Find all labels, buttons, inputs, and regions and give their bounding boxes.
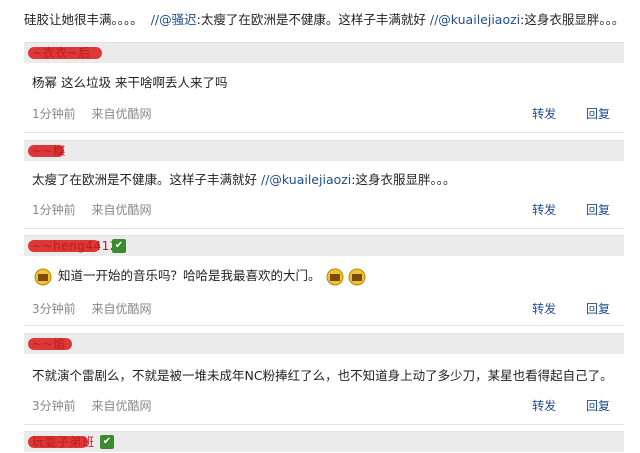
timestamp: 1分钟前 [32, 203, 76, 217]
comment-meta: 3分钟前 来自优酷网 转发 回复 [32, 299, 620, 319]
top-text-c: :这身衣服显胖。。。 [520, 12, 625, 27]
emoticon-icon [34, 268, 52, 285]
divider [24, 228, 624, 229]
comment-meta: 1分钟前 来自优酷网 转发 回复 [32, 200, 620, 220]
reply-button[interactable]: 回复 [586, 399, 610, 413]
comment-meta: 3分钟前 来自优酷网 转发 回复 [32, 396, 620, 416]
comment-header: 玩耍子弟班 ✔ [24, 431, 624, 452]
source: 来自优酷网 [91, 203, 152, 217]
repost-button[interactable]: 转发 [532, 399, 556, 413]
username[interactable]: ~~蝶 [32, 144, 66, 158]
divider [24, 325, 624, 326]
top-text-b: :太瘦了在欧洲是不健康。这样子丰满就好 [196, 12, 426, 27]
repost-button[interactable]: 转发 [532, 302, 556, 316]
vip-badge-icon: ✔ [100, 435, 114, 449]
emoticon-icon [326, 268, 344, 285]
comment-content: 太瘦了在欧洲是不健康。这样子丰满就好 //@kuailejiaozi:这身衣服显… [32, 170, 622, 190]
comment-header: ~~heng4412 ✔ [24, 235, 624, 256]
mention-link[interactable]: //@骚迟 [151, 12, 197, 27]
reply-button[interactable]: 回复 [586, 107, 610, 121]
comment-content: 杨幂 这么垃圾 来干啥啊丢人来了吗 [32, 75, 228, 90]
comment-header: ~衣衣~后 [24, 42, 624, 63]
top-text-a: 硅胶让她很丰满。。。。 [24, 12, 143, 27]
emoticon-icon [348, 268, 366, 285]
reply-button[interactable]: 回复 [586, 302, 610, 316]
source: 来自优酷网 [91, 399, 152, 413]
source: 来自优酷网 [91, 302, 152, 316]
username[interactable]: ~~heng4412 [32, 239, 118, 253]
comment-text: 太瘦了在欧洲是不健康。这样子丰满就好 [32, 172, 258, 187]
repost-button[interactable]: 转发 [532, 107, 556, 121]
timestamp: 1分钟前 [32, 107, 76, 121]
source: 来自优酷网 [91, 107, 152, 121]
comment-header: ~~焰 [24, 333, 624, 354]
comment-feed: 硅胶让她很丰满。。。。 //@骚迟:太瘦了在欧洲是不健康。这样子丰满就好 //@… [0, 0, 640, 453]
comment-text: 知道一开始的音乐吗？哈哈是我最喜欢的大门。 [57, 268, 321, 283]
top-comment-text: 硅胶让她很丰满。。。。 //@骚迟:太瘦了在欧洲是不健康。这样子丰满就好 //@… [24, 9, 624, 31]
mention-link[interactable]: //@kuailejiaozi [261, 172, 351, 187]
comment-content: 不就演个雷剧么，不就是被一堆未成年NC粉捧红了么，也不知道身上动了多少刀，某星也… [32, 368, 613, 383]
username[interactable]: 玩耍子弟班 [32, 435, 95, 449]
timestamp: 3分钟前 [32, 399, 76, 413]
comment-header: ~~蝶 [24, 140, 624, 161]
divider [24, 424, 624, 425]
comment-text: :这身衣服显胖。。。 [351, 172, 456, 187]
username[interactable]: ~衣衣~后 [32, 46, 91, 60]
username[interactable]: ~~焰 [32, 337, 66, 351]
comment-meta: 1分钟前 来自优酷网 转发 回复 [32, 104, 620, 124]
reply-button[interactable]: 回复 [586, 203, 610, 217]
vip-badge-icon: ✔ [112, 239, 126, 253]
comment-content: 知道一开始的音乐吗？哈哈是我最喜欢的大门。 [32, 266, 622, 286]
mention-link[interactable]: //@kuailejiaozi [430, 12, 520, 27]
timestamp: 3分钟前 [32, 302, 76, 316]
repost-button[interactable]: 转发 [532, 203, 556, 217]
divider [24, 132, 624, 133]
